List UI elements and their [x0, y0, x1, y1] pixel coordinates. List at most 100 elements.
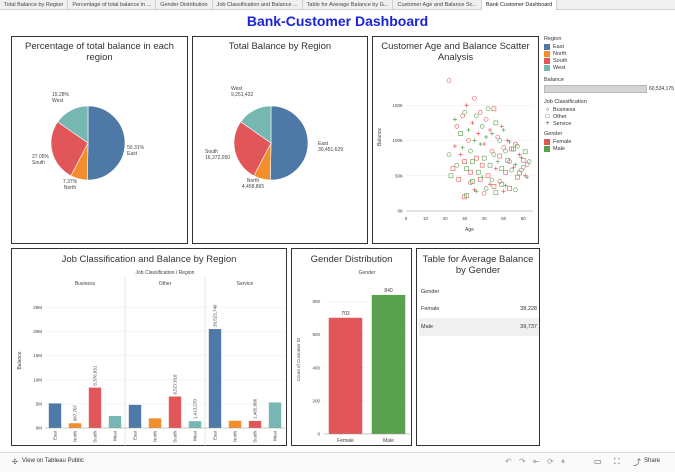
tab-bank-customer-dashboard[interactable]: Bank Customer Dashboard — [481, 0, 558, 10]
scatter-point[interactable] — [446, 78, 452, 83]
scatter-point[interactable] — [477, 110, 483, 115]
scatter-point[interactable] — [489, 177, 495, 183]
bar-business-west[interactable] — [108, 415, 122, 428]
bar-male[interactable] — [371, 294, 406, 434]
scatter-point[interactable] — [468, 169, 473, 175]
revert-icon[interactable]: ⇤ — [533, 457, 540, 466]
scatter-point[interactable] — [464, 103, 469, 108]
scatter-point[interactable] — [477, 176, 483, 182]
legend-item-west[interactable]: West — [544, 64, 674, 71]
legend-item-service[interactable]: + Service — [544, 120, 674, 127]
scatter-panel[interactable]: Customer Age and Balance Scatter Analysi… — [372, 36, 539, 244]
gender-panel[interactable]: Gender Distribution Gender 0 200 400 600 800 C… — [291, 248, 412, 446]
scatter-point[interactable] — [503, 148, 508, 154]
bar-other-west[interactable] — [188, 421, 202, 428]
refresh-icon[interactable]: ⟳ — [547, 457, 554, 466]
scatter-point[interactable] — [511, 165, 516, 170]
scatter-point[interactable] — [468, 148, 473, 154]
scatter-point[interactable] — [464, 166, 469, 172]
legend-item-business[interactable]: ○ Business — [544, 106, 674, 113]
redo-icon[interactable]: ↷ — [519, 457, 526, 466]
scatter-point[interactable] — [462, 110, 467, 115]
scatter-point[interactable] — [503, 169, 508, 175]
scatter-point[interactable] — [479, 124, 485, 129]
scatter-point[interactable] — [517, 152, 522, 157]
scatter-point[interactable] — [479, 162, 485, 168]
scatter-point[interactable] — [470, 120, 475, 125]
tab-age-balance-scatter[interactable]: Customer Age and Balance Sc... — [393, 0, 482, 10]
scatter-point[interactable] — [466, 127, 471, 132]
scatter-point[interactable] — [507, 186, 512, 191]
scatter-point[interactable] — [481, 155, 487, 161]
scatter-point[interactable] — [499, 124, 504, 129]
scatter-point[interactable] — [519, 155, 524, 160]
bar-other-north[interactable] — [148, 418, 162, 428]
scatter-point[interactable] — [481, 191, 487, 196]
bar-other-east[interactable] — [128, 404, 142, 428]
scatter-point[interactable] — [482, 142, 487, 147]
table-panel[interactable]: Table for Average Balance by Gender Gend… — [416, 248, 540, 446]
total-panel[interactable]: Total Balance by Region East 30,451,629 No… — [192, 36, 368, 244]
bar-service-north[interactable] — [228, 420, 242, 428]
scatter-point[interactable] — [484, 135, 489, 139]
scatter-point[interactable] — [472, 138, 477, 143]
legend-item-other[interactable]: □ Other — [544, 113, 674, 120]
scatter-point[interactable] — [454, 162, 460, 168]
device-layout-icon[interactable]: ▭ — [594, 457, 602, 466]
scatter-point[interactable] — [460, 145, 465, 150]
pie-slice-east[interactable] — [269, 105, 309, 181]
legend-item-north[interactable]: North — [544, 50, 674, 57]
tab-total-balance[interactable]: Total Balance by Region — [0, 0, 69, 10]
pie-slice-east[interactable] — [86, 105, 126, 181]
scatter-point[interactable] — [493, 166, 498, 171]
pct-panel[interactable]: Percentage of total balance in each regi… — [11, 36, 188, 244]
scatter-point[interactable] — [497, 153, 503, 159]
scatter-point[interactable] — [458, 131, 464, 136]
scatter-point[interactable] — [520, 157, 526, 163]
legend-item-east[interactable]: East — [544, 43, 674, 50]
table-row[interactable]: Male 39,737 — [419, 318, 539, 336]
share-icon[interactable]: ⤴ — [633, 457, 641, 468]
tab-percentage-balance[interactable]: Percentage of total balance in ... — [68, 0, 157, 10]
scatter-point[interactable] — [452, 144, 457, 149]
scatter-point[interactable] — [488, 127, 493, 132]
view-on-tableau-link[interactable]: View on Tableau Public — [22, 458, 84, 464]
scatter-point[interactable] — [450, 166, 456, 172]
job-panel[interactable]: Job Classification and Balance by Region… — [11, 248, 287, 446]
scatter-point[interactable] — [474, 155, 479, 161]
scatter-point[interactable] — [493, 120, 499, 126]
tab-average-balance-table[interactable]: Table for Average Balance by G... — [303, 0, 394, 10]
tab-job-classification[interactable]: Job Classification and Balance ... — [213, 0, 303, 10]
legend-item-south[interactable]: South — [544, 57, 674, 64]
scatter-point[interactable] — [489, 131, 494, 136]
scatter-point[interactable] — [503, 183, 508, 188]
scatter-point[interactable] — [522, 149, 528, 155]
bar-female[interactable] — [328, 317, 363, 434]
scatter-point[interactable] — [475, 169, 481, 175]
table-row[interactable]: Female 38,228 — [419, 300, 539, 318]
scatter-point[interactable] — [513, 187, 518, 193]
scatter-point[interactable] — [520, 165, 526, 170]
scatter-point[interactable] — [513, 162, 518, 167]
legend-item-female[interactable]: Female — [544, 138, 674, 145]
bar-business-south[interactable] — [88, 387, 102, 428]
undo-icon[interactable]: ↶ — [505, 457, 512, 466]
scatter-point[interactable] — [483, 117, 489, 122]
scatter-point[interactable] — [454, 124, 460, 129]
scatter-point[interactable] — [474, 113, 479, 119]
scatter-point[interactable] — [446, 152, 452, 157]
scatter-point[interactable] — [483, 186, 489, 191]
share-button[interactable]: Share — [644, 458, 660, 464]
scatter-point[interactable] — [491, 106, 497, 112]
legend-item-male[interactable]: Male — [544, 145, 674, 152]
scatter-point[interactable] — [501, 127, 506, 132]
scatter-point[interactable] — [458, 152, 463, 157]
scatter-point[interactable] — [491, 152, 497, 157]
bar-service-east[interactable] — [208, 329, 222, 428]
scatter-point[interactable] — [452, 117, 457, 122]
bar-business-east[interactable] — [48, 403, 62, 428]
scatter-point[interactable] — [499, 181, 505, 187]
scatter-point[interactable] — [495, 159, 500, 164]
scatter-point[interactable] — [499, 166, 505, 172]
bar-business-north[interactable] — [68, 423, 82, 428]
